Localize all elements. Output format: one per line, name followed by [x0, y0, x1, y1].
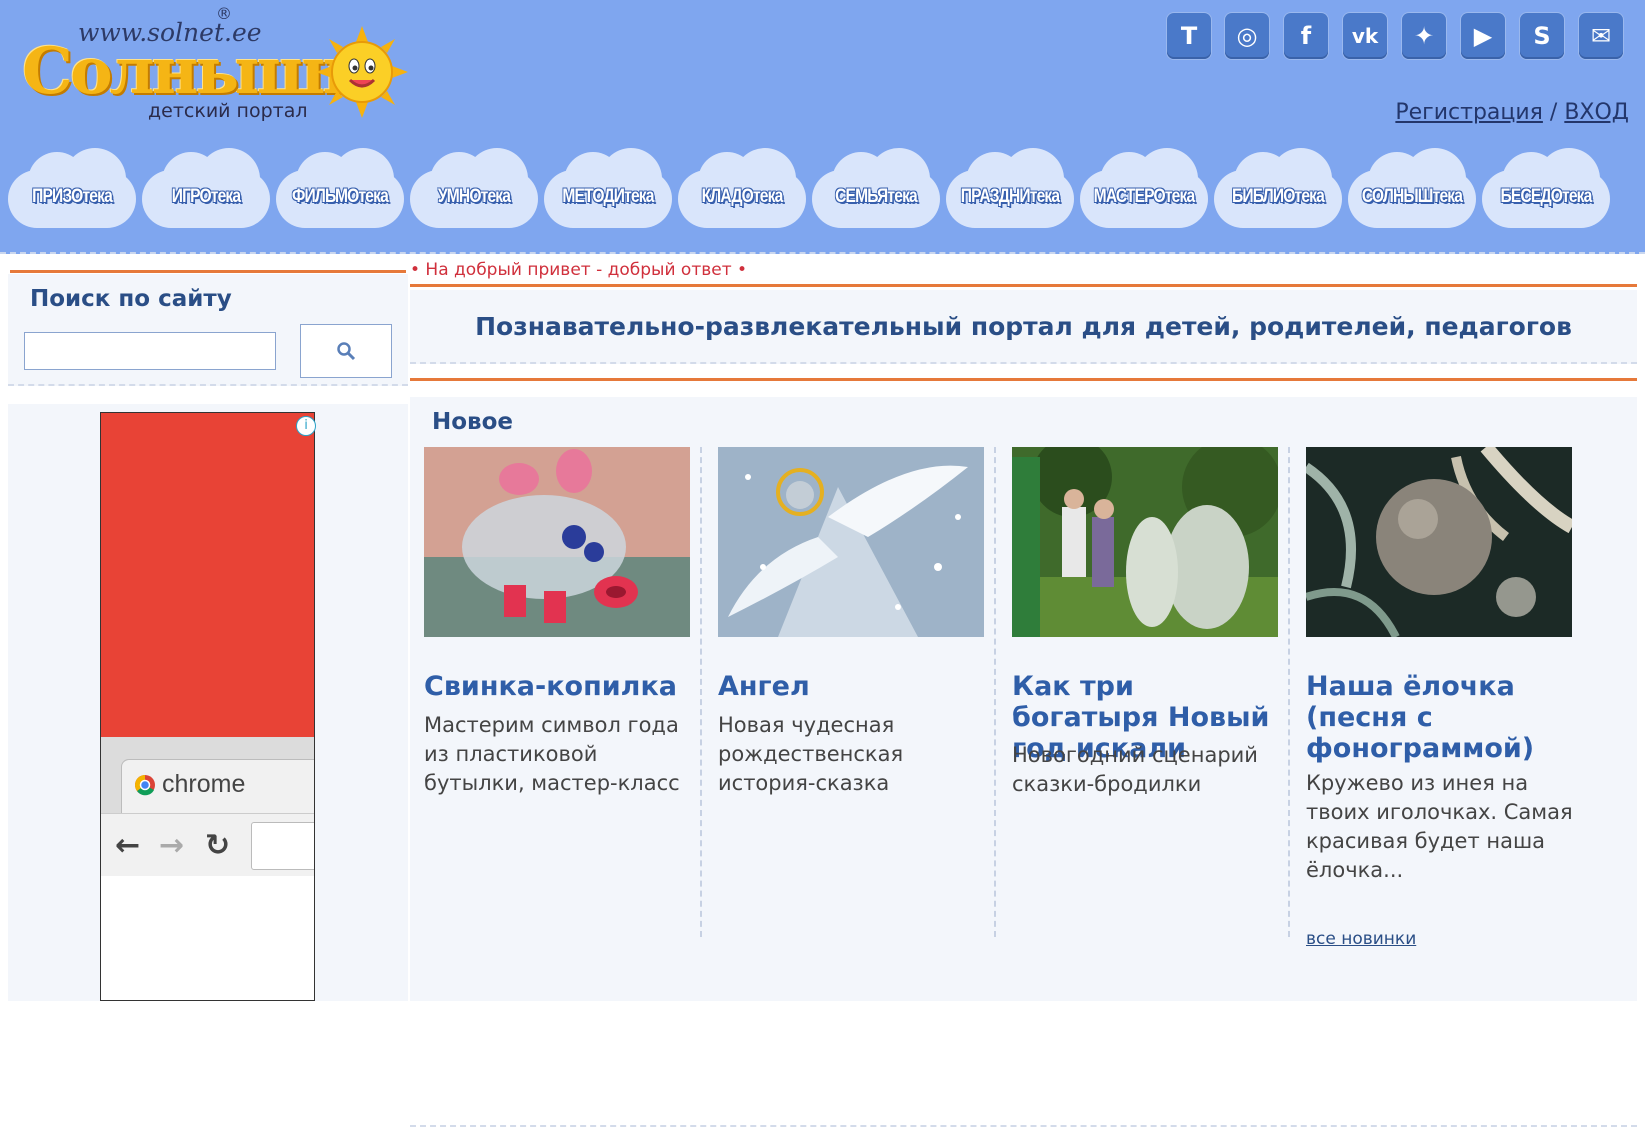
mail-icon[interactable]: ✉ — [1579, 13, 1623, 59]
social-glyph: ✉ — [1590, 22, 1612, 50]
card-separator — [994, 447, 996, 937]
nav-label: ПРИЗОтека — [32, 186, 113, 207]
social-glyph: ◎ — [1236, 22, 1258, 50]
nav-item-filmoteka[interactable]: ФИЛЬМОтека — [276, 148, 404, 230]
logo-text: Солнышк — [22, 34, 369, 109]
main-content: • На добрый привет - добрый ответ • Позн… — [410, 252, 1637, 1127]
reload-icon: ↻ — [205, 828, 231, 863]
facebook-icon[interactable]: f — [1284, 13, 1328, 59]
social-links: Т ◎ f vk ✦ ▶ S ✉ — [1167, 13, 1637, 63]
news-card[interactable]: Как три богатыря Новый год искали Нового… — [998, 447, 1288, 927]
forward-arrow-icon: → — [159, 828, 185, 863]
nav-label: ФИЛЬМОтека — [292, 186, 389, 207]
social-glyph: ✦ — [1413, 22, 1435, 50]
search-icon — [337, 342, 356, 361]
christmas-ornament-image[interactable] — [1306, 447, 1572, 637]
news-heading: Новое — [432, 409, 514, 435]
portal-description: Познавательно-развлекательный портал для… — [475, 312, 1572, 341]
nav-label: УМНОтека — [437, 186, 511, 207]
nav-item-solnyshteka[interactable]: СОЛНЫШтека — [1348, 148, 1476, 230]
news-card[interactable]: Наша ёлочка (песня с фонограммой) Кружев… — [1292, 447, 1582, 949]
logo-registered-mark: ® — [216, 4, 232, 23]
site-logo[interactable]: www.solnet.ee ® Солнышк детский портал — [20, 4, 420, 124]
card-separator — [1288, 447, 1290, 937]
nav-label: СОЛНЫШтека — [1361, 186, 1463, 207]
divider — [410, 284, 1637, 287]
card-separator — [700, 447, 702, 937]
left-sidebar: Поиск по сайту chrome ← → ↻ i — [8, 252, 408, 1001]
search-title: Поиск по сайту — [30, 286, 232, 312]
all-news-link[interactable]: все новинки — [1306, 929, 1416, 949]
nav-item-kladoteka[interactable]: КЛАДОтека — [678, 148, 806, 230]
search-panel: Поиск по сайту — [8, 274, 408, 386]
nav-item-biblioteka[interactable]: БИБЛИОтека — [1214, 148, 1342, 230]
back-arrow-icon: ← — [115, 828, 141, 863]
nav-item-igroteka[interactable]: ИГРОтека — [142, 148, 270, 230]
ad-omnibox — [251, 822, 314, 870]
angel-image[interactable] — [718, 447, 984, 637]
nav-item-semyateka[interactable]: СЕМЬЯтека — [812, 148, 940, 230]
auth-links: Регистрация / ВХОД — [1395, 100, 1629, 125]
search-button[interactable] — [300, 324, 392, 378]
card-description: Новая чудесная рождественская история-ск… — [718, 713, 904, 795]
ad-info-icon[interactable]: i — [296, 416, 316, 436]
ad-browser-mockup: chrome ← → ↻ — [101, 737, 314, 876]
greeting-text: • На добрый привет - добрый ответ • — [410, 260, 748, 280]
login-link[interactable]: ВХОД — [1564, 100, 1629, 125]
ad-panel: chrome ← → ↻ i — [8, 404, 408, 1001]
divider — [410, 378, 1637, 381]
vk-icon[interactable]: vk — [1343, 13, 1387, 59]
sun-mascot-icon — [316, 26, 408, 118]
card-title[interactable]: Свинка-копилка — [424, 671, 694, 702]
site-header: www.solnet.ee ® Солнышк детский портал Т… — [0, 0, 1645, 254]
nav-item-masteroteka[interactable]: МАСТЕРОтека — [1080, 148, 1208, 230]
nav-item-prazdniteka[interactable]: ПРАЗДНИтека — [946, 148, 1074, 230]
nav-label: СЕМЬЯтека — [835, 186, 918, 207]
news-panel: Новое Свинка-копилка Мастерим символ год… — [410, 397, 1637, 1127]
nav-label: БЕСЕДОтека — [1500, 186, 1592, 207]
social-glyph: S — [1533, 22, 1551, 50]
ad-browser-tab: chrome — [121, 759, 314, 819]
divider — [10, 270, 406, 273]
nav-item-besedoteka[interactable]: БЕСЕДОтека — [1482, 148, 1610, 230]
logo-subtitle: детский портал — [148, 100, 308, 122]
ad-browser-toolbar: ← → ↻ — [101, 813, 314, 876]
search-input[interactable] — [24, 332, 276, 370]
nav-label: КЛАДОтека — [701, 186, 784, 207]
piggy-bank-image[interactable] — [424, 447, 690, 637]
ad-tab-label: chrome — [162, 770, 246, 798]
nav-label: ПРАЗДНИтека — [960, 186, 1060, 207]
nav-item-metoditeka[interactable]: МЕТОДИтека — [544, 148, 672, 230]
social-glyph: Т — [1180, 22, 1198, 50]
instagram-icon[interactable]: ◎ — [1225, 13, 1269, 59]
advertisement[interactable]: chrome ← → ↻ — [100, 412, 315, 1001]
nav-item-umnoteka[interactable]: УМНОтека — [410, 148, 538, 230]
ad-red-block — [101, 413, 314, 737]
chrome-logo-icon — [135, 775, 155, 796]
nav-item-prizoteka[interactable]: ПРИЗОтека — [8, 148, 136, 230]
nav-label: МАСТЕРОтека — [1093, 186, 1195, 207]
main-nav: ПРИЗОтека ИГРОтека ФИЛЬМОтека УМНОтека М… — [0, 140, 1645, 240]
social-glyph: f — [1300, 22, 1312, 50]
card-title[interactable]: Наша ёлочка (песня с фонограммой) — [1306, 671, 1576, 764]
card-title[interactable]: Ангел — [718, 671, 988, 702]
nav-label: БИБЛИОтека — [1231, 186, 1325, 207]
bogatyri-play-image[interactable] — [1012, 447, 1278, 637]
youtube-icon[interactable]: ▶ — [1461, 13, 1505, 59]
portal-description-panel: Познавательно-развлекательный портал для… — [410, 290, 1637, 364]
twitter-icon[interactable]: ✦ — [1402, 13, 1446, 59]
cyrillic-t-icon[interactable]: Т — [1167, 13, 1211, 59]
nav-label: ИГРОтека — [171, 186, 241, 207]
card-description: Кружево из инея на твоих иголочках. Сама… — [1306, 771, 1573, 882]
social-glyph: ▶ — [1473, 22, 1493, 50]
news-card[interactable]: Ангел Новая чудесная рождественская исто… — [704, 447, 994, 927]
social-glyph: vk — [1351, 24, 1379, 48]
auth-separator: / — [1549, 100, 1558, 125]
nav-label: МЕТОДИтека — [562, 186, 654, 207]
skype-icon[interactable]: S — [1520, 13, 1564, 59]
register-link[interactable]: Регистрация — [1395, 100, 1543, 125]
card-description: Новогодний сценарий сказки-бродилки — [1012, 743, 1258, 796]
card-description: Мастерим символ года из пластиковой буты… — [424, 713, 680, 795]
news-card[interactable]: Свинка-копилка Мастерим символ года из п… — [410, 447, 700, 927]
